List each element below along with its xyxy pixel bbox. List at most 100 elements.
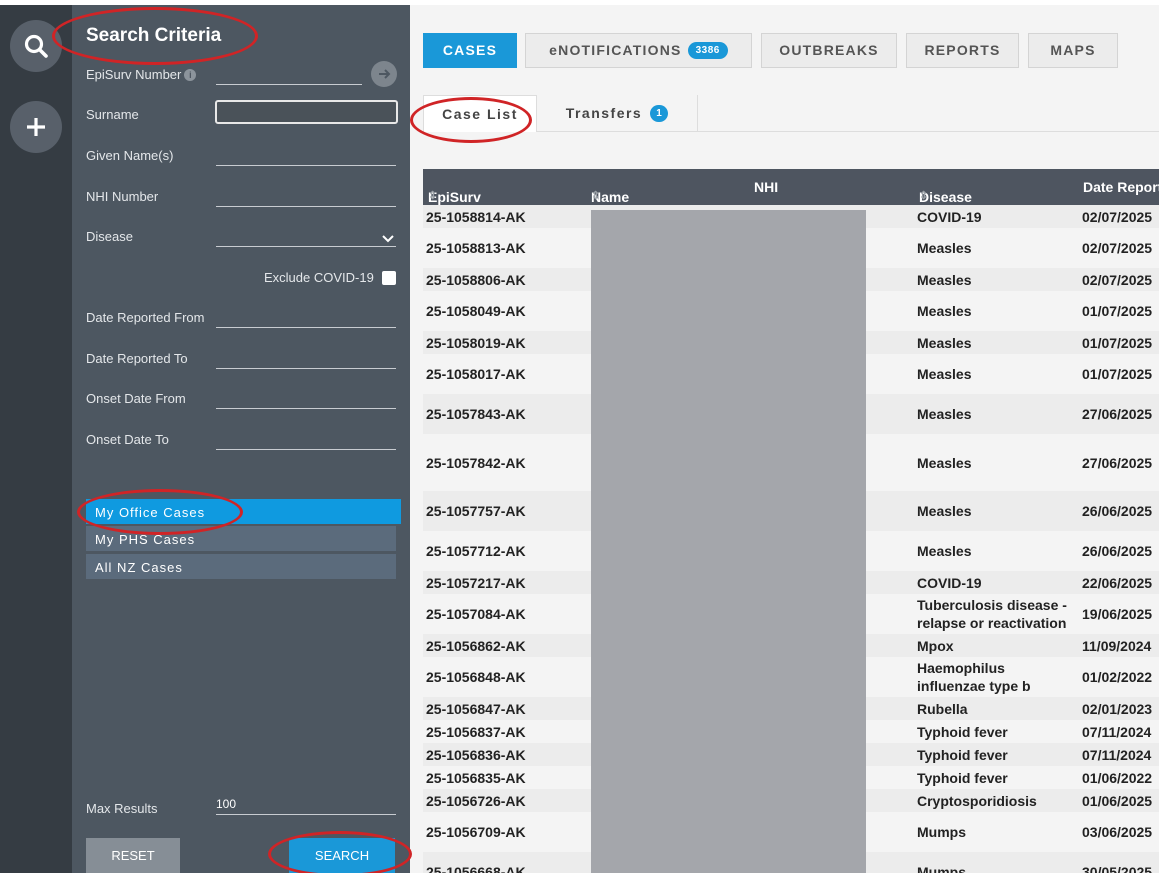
disease-row: Disease [86, 225, 396, 249]
row-episurv-no[interactable]: 25-1057843-AK [426, 406, 526, 422]
sort-icon: ⇕ [428, 190, 438, 202]
row-disease: Mumps [917, 864, 966, 873]
annotation-ellipse [268, 831, 412, 873]
tab-maps[interactable]: MAPS [1028, 33, 1118, 68]
exclude-covid-row: Exclude COVID-19 [86, 267, 396, 291]
nhi-number-row: NHI Number [86, 185, 396, 209]
row-disease: Measles [917, 406, 972, 422]
row-disease: Cryptosporidiosis [917, 792, 1037, 809]
row-disease: Mpox [917, 637, 954, 654]
given-names-label: Given Name(s) [86, 148, 174, 163]
row-disease: Measles [917, 366, 972, 382]
annotation-ellipse [410, 97, 532, 143]
row-date-reported: 01/07/2025 [1082, 303, 1153, 319]
row-date-reported: 02/07/2025 [1082, 208, 1153, 225]
row-episurv-no[interactable]: 25-1056835-AK [426, 770, 526, 786]
row-disease: Measles [917, 240, 972, 256]
subtab-transfers[interactable]: Transfers 1 [537, 95, 698, 132]
row-date-reported: 01/07/2025 [1082, 366, 1153, 382]
max-results-row: Max Results [86, 793, 396, 821]
row-episurv-no[interactable]: 25-1058019-AK [426, 335, 526, 351]
row-disease: Typhoid fever [917, 723, 1008, 740]
exclude-covid-checkbox[interactable] [382, 271, 396, 285]
row-date-reported: 22/06/2025 [1082, 574, 1153, 591]
row-disease: Typhoid fever [917, 746, 1008, 763]
onset-date-from-label: Onset Date From [86, 391, 186, 406]
row-date-reported: 27/06/2025 [1082, 454, 1153, 471]
row-episurv-no[interactable]: 25-1058017-AK [426, 366, 526, 382]
row-episurv-no[interactable]: 25-1056836-AK [426, 747, 526, 763]
row-episurv-no[interactable]: 25-1056709-AK [426, 824, 526, 840]
disease-label: Disease [86, 229, 133, 244]
tab-outbreaks[interactable]: OUTBREAKS [761, 33, 897, 68]
tab-enotifications-label: eNOTIFICATIONS [549, 42, 682, 58]
sort-icon: ⇕ [919, 190, 929, 202]
date-reported-from-label: Date Reported From [86, 310, 205, 325]
sort-icon: ⇕ [591, 190, 601, 202]
row-disease: Measles [917, 303, 972, 319]
date-reported-from-input[interactable] [216, 306, 396, 328]
reset-button[interactable]: RESET [86, 838, 180, 873]
row-episurv-no[interactable]: 25-1057217-AK [426, 575, 526, 591]
max-results-input[interactable] [216, 793, 396, 815]
given-names-input[interactable] [216, 144, 396, 166]
row-episurv-no[interactable]: 25-1058813-AK [426, 240, 526, 256]
row-episurv-no[interactable]: 25-1056847-AK [426, 701, 526, 717]
row-date-reported: 07/11/2024 [1082, 746, 1152, 763]
row-disease: Measles [917, 271, 972, 288]
row-date-reported: 01/06/2022 [1082, 769, 1153, 786]
row-date-reported: 19/06/2025 [1082, 606, 1153, 622]
surname-input[interactable] [215, 100, 398, 124]
disease-select[interactable] [216, 225, 396, 247]
row-disease: Measles [917, 334, 972, 351]
date-reported-to-input[interactable] [216, 347, 396, 369]
row-episurv-no[interactable]: 25-1056726-AK [426, 793, 526, 809]
row-disease: Measles [917, 454, 972, 471]
search-icon[interactable] [10, 20, 62, 72]
row-disease: Typhoid fever [917, 769, 1008, 786]
row-date-reported: 02/01/2023 [1082, 700, 1153, 717]
arrow-right-icon[interactable] [371, 61, 397, 87]
row-episurv-no[interactable]: 25-1058814-AK [426, 209, 526, 225]
row-episurv-no[interactable]: 25-1058806-AK [426, 272, 526, 288]
subtab-transfers-label: Transfers [565, 105, 643, 121]
row-date-reported: 02/07/2025 [1082, 271, 1153, 288]
redaction-block [591, 210, 866, 873]
row-disease: Haemophilus influenzae type b [917, 660, 1031, 694]
onset-date-to-label: Onset Date To [86, 432, 169, 447]
row-disease: Measles [917, 503, 972, 519]
row-disease: Tuberculosis disease - relapse or reacti… [917, 597, 1067, 631]
row-episurv-no[interactable]: 25-1057842-AK [426, 455, 526, 471]
annotation-ellipse [77, 489, 243, 535]
tab-cases[interactable]: CASES [423, 33, 517, 68]
tab-reports[interactable]: REPORTS [906, 33, 1019, 68]
plus-icon[interactable] [10, 101, 62, 153]
row-episurv-no[interactable]: 25-1056848-AK [426, 669, 526, 685]
row-episurv-no[interactable]: 25-1056862-AK [426, 638, 526, 654]
chevron-down-icon[interactable] [382, 231, 394, 249]
max-results-label: Max Results [86, 801, 158, 816]
row-episurv-no[interactable]: 25-1057757-AK [426, 503, 526, 519]
onset-date-to-input[interactable] [216, 428, 396, 450]
row-date-reported: 02/07/2025 [1082, 240, 1153, 256]
row-date-reported: 03/06/2025 [1082, 824, 1153, 840]
row-episurv-no[interactable]: 25-1058049-AK [426, 303, 526, 319]
row-episurv-no[interactable]: 25-1057084-AK [426, 606, 526, 622]
row-date-reported: 01/06/2025 [1082, 792, 1153, 809]
row-episurv-no[interactable]: 25-1056668-AK [426, 864, 526, 873]
episurv-number-input[interactable] [216, 63, 362, 85]
info-icon[interactable]: i [184, 69, 197, 81]
col-nhi[interactable]: NHI [754, 179, 778, 195]
tab-enotifications[interactable]: eNOTIFICATIONS 3386 [525, 33, 752, 68]
transfers-count-badge: 1 [650, 105, 669, 122]
given-names-row: Given Name(s) [86, 144, 396, 168]
row-date-reported: 11/09/2024 [1082, 637, 1152, 654]
row-episurv-no[interactable]: 25-1056837-AK [426, 724, 526, 740]
row-episurv-no[interactable]: 25-1057712-AK [426, 543, 526, 559]
col-date-reported[interactable]: Date Report [1083, 179, 1159, 195]
date-reported-to-label: Date Reported To [86, 351, 188, 366]
enotifications-count-badge: 3386 [687, 42, 728, 59]
scope-all-nz-cases[interactable]: All NZ Cases [86, 554, 396, 580]
onset-date-from-input[interactable] [216, 387, 396, 409]
nhi-number-input[interactable] [216, 185, 396, 207]
